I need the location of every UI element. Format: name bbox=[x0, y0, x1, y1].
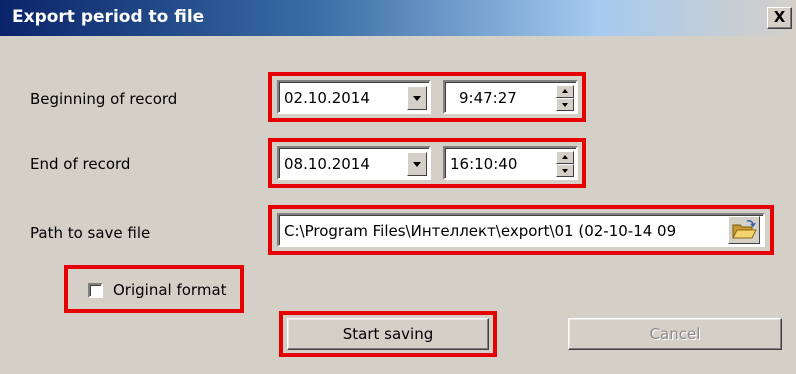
original-format-checkbox[interactable] bbox=[88, 283, 103, 298]
end-time-spin-up-icon[interactable] bbox=[556, 151, 574, 164]
beginning-date-dropdown-button[interactable] bbox=[407, 86, 427, 110]
beginning-time-spin-down-icon[interactable] bbox=[556, 98, 574, 111]
end-time-field[interactable]: 16:10:40 bbox=[443, 146, 578, 180]
beginning-time-value: 9:47:27 bbox=[459, 89, 517, 107]
end-time-spin-down-icon[interactable] bbox=[556, 164, 574, 177]
dialog-title: Export period to file bbox=[12, 7, 205, 27]
start-saving-label: Start saving bbox=[342, 325, 434, 343]
end-of-record-label: End of record bbox=[30, 155, 131, 173]
start-saving-button[interactable]: Start saving bbox=[287, 318, 489, 350]
path-value: C:\Program Files\Интеллект\export\01 (02… bbox=[284, 222, 677, 240]
end-date-picker[interactable]: 08.10.2014 bbox=[277, 146, 431, 180]
path-input[interactable]: C:\Program Files\Интеллект\export\01 (02… bbox=[277, 213, 765, 247]
close-button[interactable]: X bbox=[767, 7, 792, 29]
folder-open-icon bbox=[732, 220, 757, 239]
beginning-time-field[interactable]: 9:47:27 bbox=[443, 80, 578, 114]
title-bar[interactable]: Export period to file X bbox=[0, 0, 796, 36]
end-time-spinner[interactable] bbox=[556, 151, 574, 177]
browse-folder-button[interactable] bbox=[728, 216, 760, 244]
original-format-label[interactable]: Original format bbox=[113, 281, 227, 299]
beginning-time-spinner[interactable] bbox=[556, 85, 574, 111]
beginning-date-value: 02.10.2014 bbox=[284, 89, 370, 107]
beginning-time-spin-up-icon[interactable] bbox=[556, 85, 574, 98]
end-time-value: 16:10:40 bbox=[450, 155, 518, 173]
cancel-button[interactable]: Cancel bbox=[568, 318, 782, 350]
end-date-dropdown-button[interactable] bbox=[407, 152, 427, 176]
path-to-save-file-label: Path to save file bbox=[30, 224, 151, 242]
end-date-value: 08.10.2014 bbox=[284, 155, 370, 173]
beginning-of-record-label: Beginning of record bbox=[30, 90, 178, 108]
beginning-date-picker[interactable]: 02.10.2014 bbox=[277, 80, 431, 114]
cancel-label: Cancel bbox=[649, 325, 701, 343]
close-icon: X bbox=[773, 8, 786, 26]
export-period-dialog: Export period to file X Beginning of rec… bbox=[0, 0, 796, 374]
